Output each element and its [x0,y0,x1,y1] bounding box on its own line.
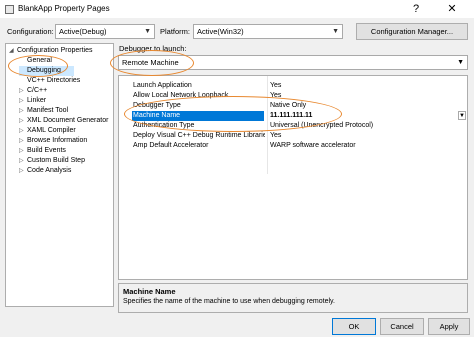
description-panel: Machine Name Specifies the name of the m… [118,283,468,313]
tree-item-label: XML Document Generator [27,117,109,124]
tree-item-label: Manifest Tool [27,107,69,114]
close-button[interactable]: ✕ [434,2,470,17]
property-value[interactable]: WARP software accelerator [270,141,356,151]
tree-item-vc-directories[interactable]: VC++ Directories [19,76,80,86]
expand-icon[interactable]: ▷ [19,126,27,136]
expand-icon[interactable]: ▷ [19,146,27,156]
tree-item-label: Build Events [27,147,66,154]
tree-item-browse-information[interactable]: ▷ Browse Information [19,136,87,146]
property-row[interactable]: Launch Application Yes [119,81,467,91]
expand-icon[interactable]: ◢ [9,46,17,56]
expand-icon[interactable]: ▷ [19,136,27,146]
help-button[interactable]: ? [404,2,428,17]
property-value[interactable]: Native Only [270,101,306,111]
property-value[interactable]: Yes [270,91,281,101]
tree-item-linker[interactable]: ▷ Linker [19,96,46,106]
ok-button[interactable]: OK [332,318,376,335]
property-name: Machine Name [132,111,264,121]
property-value[interactable]: Yes [270,81,281,91]
tree-item-manifest-tool[interactable]: ▷ Manifest Tool [19,106,68,116]
tree-item-label: VC++ Directories [27,77,81,84]
tree-item-c-cpp[interactable]: ▷ C/C++ [19,86,47,96]
property-row[interactable]: Authentication Type Universal (Unencrypt… [119,121,467,131]
apply-button[interactable]: Apply [428,318,470,335]
window-title: BlankApp Property Pages [18,4,110,13]
app-icon [5,5,14,14]
property-row[interactable]: Debugger Type Native Only [119,101,467,111]
cancel-button[interactable]: Cancel [380,318,424,335]
configuration-dropdown[interactable]: Active(Debug) ▼ [55,24,155,39]
tree-item-general[interactable]: General [19,56,52,66]
debugger-dropdown[interactable]: Remote Machine ▼ [118,55,468,70]
description-title: Machine Name [123,287,176,296]
property-value[interactable]: Universal (Unencrypted Protocol) [270,121,373,131]
property-row[interactable]: Allow Local Network Loopback Yes [119,91,467,101]
tree-item-label: Custom Build Step [27,157,85,164]
chevron-down-icon: ▼ [457,59,464,66]
chevron-down-icon: ▼ [144,28,151,35]
property-name: Amp Default Accelerator [133,142,209,149]
property-grid: Launch Application Yes Allow Local Netwo… [118,75,468,280]
tree-item-xml-document-generator[interactable]: ▷ XML Document Generator [19,116,108,126]
platform-dropdown[interactable]: Active(Win32) ▼ [193,24,343,39]
debugger-label: Debugger to launch: [119,44,187,53]
tree-item-label: Linker [27,97,47,104]
config-toolbar: Configuration: Active(Debug) ▼ Platform:… [0,19,474,45]
property-name: Allow Local Network Loopback [133,92,229,99]
tree-item-label: C/C++ [27,87,48,94]
configuration-manager-button[interactable]: Configuration Manager... [356,23,468,40]
tree-item-custom-build-step[interactable]: ▷ Custom Build Step [19,156,85,166]
property-name: Authentication Type [133,122,195,129]
tree-item-xaml-compiler[interactable]: ▷ XAML Compiler [19,126,76,136]
tree-item-build-events[interactable]: ▷ Build Events [19,146,66,156]
platform-label: Platform: [160,27,191,36]
configuration-value: Active(Debug) [59,27,107,36]
debugger-value: Remote Machine [122,58,179,67]
expand-icon[interactable]: ▷ [19,116,27,126]
property-tree[interactable]: ◢ Configuration Properties General Debugg… [5,43,114,307]
expand-icon[interactable]: ▷ [19,156,27,166]
tree-item-configuration-properties[interactable]: ◢ Configuration Properties [9,46,93,56]
property-row[interactable]: Deploy Visual C++ Debug Runtime Librarie… [119,131,467,141]
property-name: Debugger Type [133,102,181,109]
tree-item-label: Configuration Properties [17,47,93,54]
property-name: Deploy Visual C++ Debug Runtime Librarie… [133,132,265,139]
expand-icon[interactable]: ▷ [19,106,27,116]
description-text: Specifies the name of the machine to use… [123,298,335,305]
property-value[interactable]: Yes [270,131,281,141]
tree-item-label: Browse Information [27,137,88,144]
title-bar: BlankApp Property Pages ? ✕ [0,0,474,19]
chevron-down-icon: ▼ [332,28,339,35]
property-row[interactable]: Amp Default Accelerator WARP software ac… [119,141,467,151]
tree-item-label: General [27,57,52,64]
expand-icon[interactable]: ▷ [19,166,27,176]
expand-icon[interactable]: ▷ [19,86,27,96]
tree-item-label: Code Analysis [27,167,72,174]
expand-icon[interactable]: ▷ [19,96,27,106]
tree-item-label: XAML Compiler [27,127,76,134]
property-row-selected[interactable]: Machine Name 11.111.111.11 ▼ [119,111,467,121]
tree-item-debugging[interactable]: Debugging [19,66,74,76]
tree-item-label: Debugging [27,67,61,74]
platform-value: Active(Win32) [197,27,244,36]
tree-item-code-analysis[interactable]: ▷ Code Analysis [19,166,71,176]
property-name: Launch Application [133,82,192,89]
configuration-label: Configuration: [7,27,54,36]
chevron-down-icon[interactable]: ▼ [458,111,466,120]
machine-name-input[interactable]: 11.111.111.11 [270,111,312,121]
